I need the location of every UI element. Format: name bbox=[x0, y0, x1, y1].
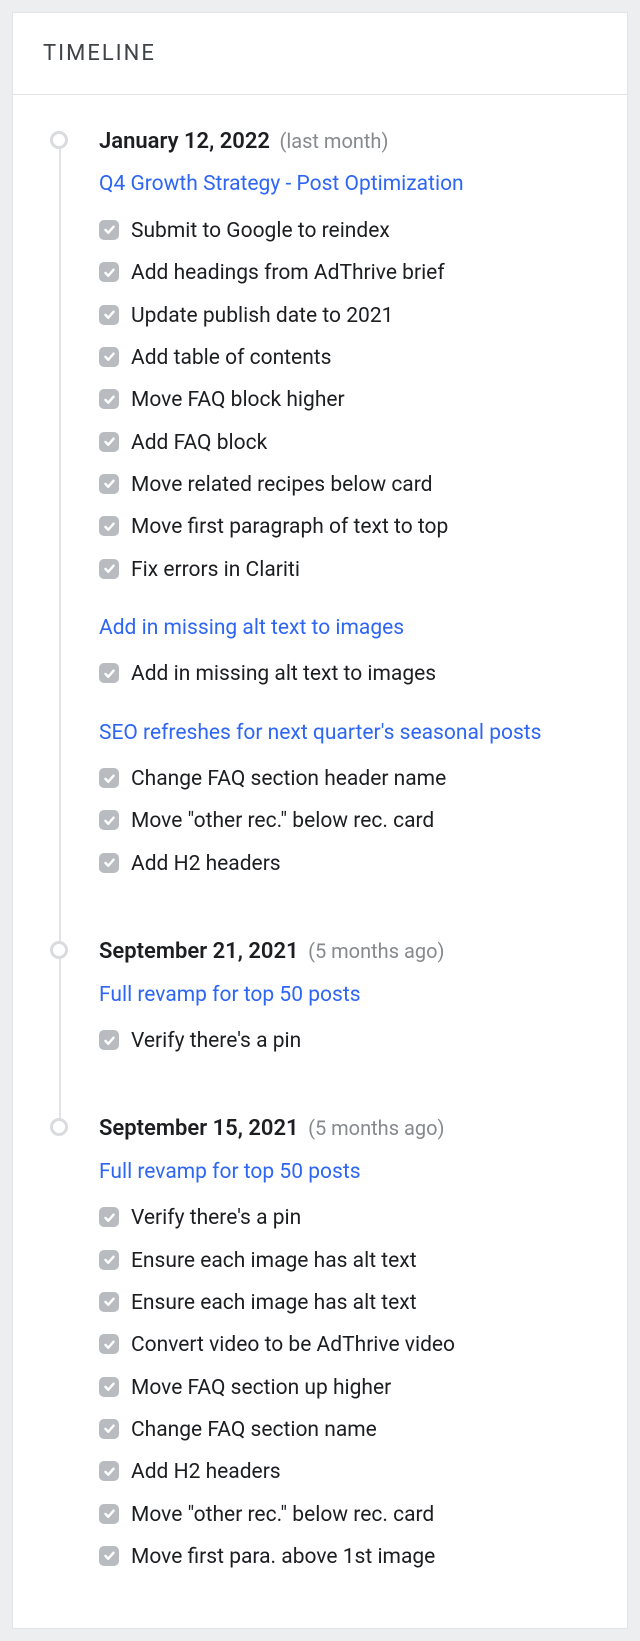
checkbox-checked-icon[interactable] bbox=[99, 559, 119, 579]
checkbox-checked-icon[interactable] bbox=[99, 1504, 119, 1524]
task-label: Update publish date to 2021 bbox=[131, 302, 393, 330]
checkbox-checked-icon[interactable] bbox=[99, 432, 119, 452]
task-row: Ensure each image has alt text bbox=[99, 1240, 607, 1282]
task-row: Verify there's a pin bbox=[99, 1020, 607, 1062]
task-row: Move related recipes below card bbox=[99, 464, 607, 506]
task-row: Ensure each image has alt text bbox=[99, 1282, 607, 1324]
task-row: Add FAQ block bbox=[99, 422, 607, 464]
checkbox-checked-icon[interactable] bbox=[99, 810, 119, 830]
entry-date: January 12, 2022 bbox=[99, 129, 270, 154]
task-row: Add headings from AdThrive brief bbox=[99, 252, 607, 294]
task-row: Change FAQ section header name bbox=[99, 758, 607, 800]
entry-date: September 15, 2021 bbox=[99, 1116, 299, 1141]
task-row: Move first paragraph of text to top bbox=[99, 506, 607, 548]
task-row: Add table of contents bbox=[99, 337, 607, 379]
task-label: Move first paragraph of text to top bbox=[131, 513, 448, 541]
checkbox-checked-icon[interactable] bbox=[99, 262, 119, 282]
task-row: Update publish date to 2021 bbox=[99, 295, 607, 337]
group-title-link[interactable]: Add in missing alt text to images bbox=[99, 613, 607, 643]
checkbox-checked-icon[interactable] bbox=[99, 1461, 119, 1481]
timeline-entry: September 15, 2021 (5 months ago) Full re… bbox=[99, 1116, 607, 1578]
task-label: Add headings from AdThrive brief bbox=[131, 259, 445, 287]
timeline-node-icon bbox=[50, 1118, 68, 1136]
task-label: Submit to Google to reindex bbox=[131, 217, 390, 245]
task-group: Q4 Growth Strategy - Post Optimization Su… bbox=[99, 169, 607, 591]
checkbox-checked-icon[interactable] bbox=[99, 389, 119, 409]
group-title-link[interactable]: Q4 Growth Strategy - Post Optimization bbox=[99, 169, 607, 199]
panel-header: TIMELINE bbox=[13, 13, 627, 95]
task-row: Move "other rec." below rec. card bbox=[99, 800, 607, 842]
timeline-node-icon bbox=[50, 941, 68, 959]
checkbox-checked-icon[interactable] bbox=[99, 663, 119, 683]
task-label: Add in missing alt text to images bbox=[131, 660, 436, 688]
entry-date-line: September 15, 2021 (5 months ago) bbox=[99, 1116, 607, 1142]
task-label: Move first para. above 1st image bbox=[131, 1543, 435, 1571]
checkbox-checked-icon[interactable] bbox=[99, 1419, 119, 1439]
task-label: Move FAQ section up higher bbox=[131, 1374, 391, 1402]
task-label: Add FAQ block bbox=[131, 429, 267, 457]
task-group: Add in missing alt text to images Add in … bbox=[99, 613, 607, 696]
task-row: Verify there's a pin bbox=[99, 1197, 607, 1239]
entry-date: September 21, 2021 bbox=[99, 939, 299, 964]
task-label: Ensure each image has alt text bbox=[131, 1289, 417, 1317]
checkbox-checked-icon[interactable] bbox=[99, 347, 119, 367]
checkbox-checked-icon[interactable] bbox=[99, 768, 119, 788]
task-label: Move related recipes below card bbox=[131, 471, 433, 499]
task-row: Move first para. above 1st image bbox=[99, 1536, 607, 1578]
task-label: Verify there's a pin bbox=[131, 1204, 301, 1232]
checkbox-checked-icon[interactable] bbox=[99, 305, 119, 325]
checkbox-checked-icon[interactable] bbox=[99, 1250, 119, 1270]
entry-date-line: September 21, 2021 (5 months ago) bbox=[99, 939, 607, 965]
timeline-panel: TIMELINE January 12, 2022 (last month) Q4… bbox=[12, 12, 628, 1629]
checkbox-checked-icon[interactable] bbox=[99, 1207, 119, 1227]
task-label: Verify there's a pin bbox=[131, 1027, 301, 1055]
task-group: Full revamp for top 50 posts Verify there… bbox=[99, 1157, 607, 1579]
task-group: SEO refreshes for next quarter's seasona… bbox=[99, 718, 607, 885]
task-label: Add table of contents bbox=[131, 344, 332, 372]
timeline-node-icon bbox=[50, 131, 68, 149]
task-row: Add H2 headers bbox=[99, 1451, 607, 1493]
timeline-entry: September 21, 2021 (5 months ago) Full re… bbox=[99, 939, 607, 1062]
entry-date-line: January 12, 2022 (last month) bbox=[99, 129, 607, 155]
task-row: Fix errors in Clariti bbox=[99, 549, 607, 591]
group-title-link[interactable]: Full revamp for top 50 posts bbox=[99, 1157, 607, 1187]
checkbox-checked-icon[interactable] bbox=[99, 1377, 119, 1397]
checkbox-checked-icon[interactable] bbox=[99, 474, 119, 494]
entry-relative-time: (5 months ago) bbox=[308, 939, 444, 963]
task-row: Add H2 headers bbox=[99, 843, 607, 885]
timeline-entry: January 12, 2022 (last month) Q4 Growth S… bbox=[99, 129, 607, 885]
task-label: Ensure each image has alt text bbox=[131, 1247, 417, 1275]
checkbox-checked-icon[interactable] bbox=[99, 1546, 119, 1566]
task-row: Move FAQ section up higher bbox=[99, 1367, 607, 1409]
task-row: Submit to Google to reindex bbox=[99, 210, 607, 252]
task-label: Change FAQ section name bbox=[131, 1416, 377, 1444]
task-label: Move "other rec." below rec. card bbox=[131, 1501, 434, 1529]
task-label: Fix errors in Clariti bbox=[131, 556, 300, 584]
timeline-rail bbox=[59, 145, 61, 1126]
checkbox-checked-icon[interactable] bbox=[99, 1030, 119, 1050]
group-title-link[interactable]: SEO refreshes for next quarter's seasona… bbox=[99, 718, 607, 748]
entry-relative-time: (last month) bbox=[279, 129, 388, 153]
task-row: Change FAQ section name bbox=[99, 1409, 607, 1451]
task-label: Move "other rec." below rec. card bbox=[131, 807, 434, 835]
task-row: Add in missing alt text to images bbox=[99, 653, 607, 695]
checkbox-checked-icon[interactable] bbox=[99, 1292, 119, 1312]
task-row: Move "other rec." below rec. card bbox=[99, 1494, 607, 1536]
task-group: Full revamp for top 50 posts Verify there… bbox=[99, 980, 607, 1063]
task-row: Convert video to be AdThrive video bbox=[99, 1324, 607, 1366]
timeline-body: January 12, 2022 (last month) Q4 Growth S… bbox=[13, 95, 627, 1628]
task-label: Convert video to be AdThrive video bbox=[131, 1331, 455, 1359]
task-label: Add H2 headers bbox=[131, 850, 281, 878]
task-label: Move FAQ block higher bbox=[131, 386, 345, 414]
panel-title: TIMELINE bbox=[43, 41, 601, 66]
task-label: Change FAQ section header name bbox=[131, 765, 446, 793]
entry-relative-time: (5 months ago) bbox=[308, 1116, 444, 1140]
group-title-link[interactable]: Full revamp for top 50 posts bbox=[99, 980, 607, 1010]
task-label: Add H2 headers bbox=[131, 1458, 281, 1486]
checkbox-checked-icon[interactable] bbox=[99, 516, 119, 536]
task-row: Move FAQ block higher bbox=[99, 379, 607, 421]
checkbox-checked-icon[interactable] bbox=[99, 853, 119, 873]
checkbox-checked-icon[interactable] bbox=[99, 1334, 119, 1354]
checkbox-checked-icon[interactable] bbox=[99, 220, 119, 240]
